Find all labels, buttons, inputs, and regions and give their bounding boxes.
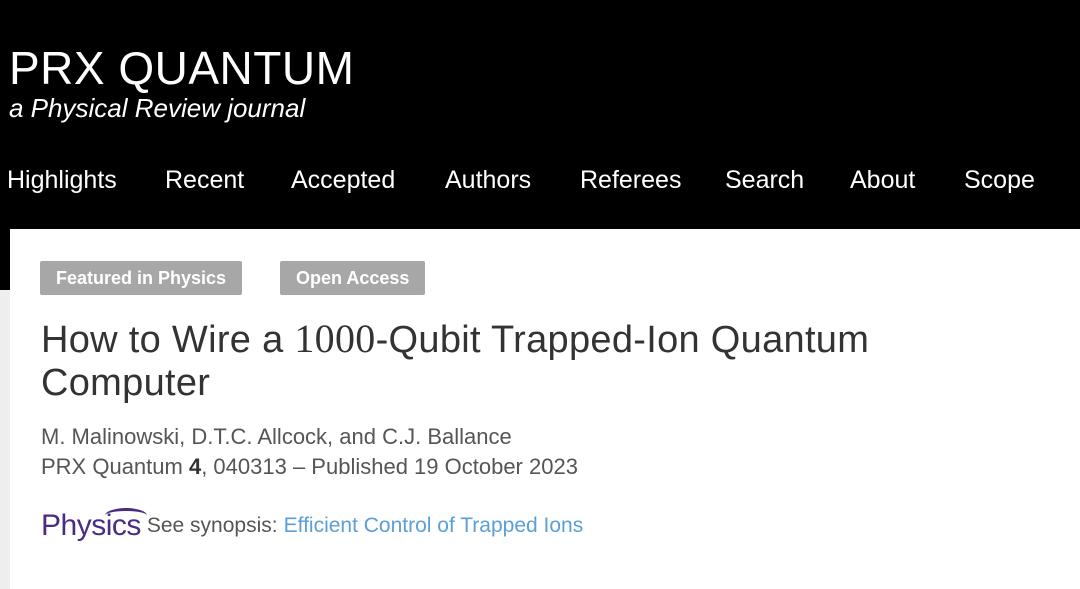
citation-journal: PRX Quantum [41, 454, 189, 479]
article-title-pre: How to Wire a [41, 319, 295, 361]
citation-details: , 040313 – Published 19 October 2023 [201, 454, 578, 479]
nav-item-highlights[interactable]: Highlights [7, 160, 117, 200]
synopsis-label: See synopsis: [146, 514, 278, 537]
journal-subtitle: a Physical Review journal [9, 93, 306, 123]
featured-in-physics-badge[interactable]: Featured in Physics [40, 261, 243, 295]
article-title-number: 1000 [294, 316, 376, 361]
nav-item-recent[interactable]: Recent [165, 160, 244, 200]
article-citation: PRX Quantum 4, 040313 – Published 19 Oct… [41, 452, 578, 482]
open-access-badge[interactable]: Open Access [280, 261, 426, 295]
article-title: How to Wire a 1000-Qubit Trapped-Ion Qua… [41, 317, 1001, 405]
nav-item-about[interactable]: About [850, 160, 915, 200]
citation-volume: 4 [188, 454, 202, 479]
article-card: Featured in Physics Open Access How to W… [10, 229, 1080, 589]
journal-title[interactable]: PRX QUANTUM [9, 40, 354, 96]
physics-logo-arc [105, 508, 147, 523]
nav-item-accepted[interactable]: Accepted [291, 160, 395, 200]
physics-logo-icon[interactable]: Physics [41, 506, 147, 546]
article-authors: M. Malinowski, D.T.C. Allcock, and C.J. … [41, 424, 512, 449]
nav-item-authors[interactable]: Authors [445, 160, 531, 200]
synopsis-link[interactable]: Efficient Control of Trapped Ions [284, 514, 584, 538]
nav-item-search[interactable]: Search [725, 160, 804, 200]
synopsis-row: Physics See synopsis: Efficient Control … [41, 506, 583, 546]
nav-item-referees[interactable]: Referees [580, 160, 681, 200]
nav-item-scope[interactable]: Scope [964, 160, 1035, 200]
side-strip [0, 290, 10, 589]
